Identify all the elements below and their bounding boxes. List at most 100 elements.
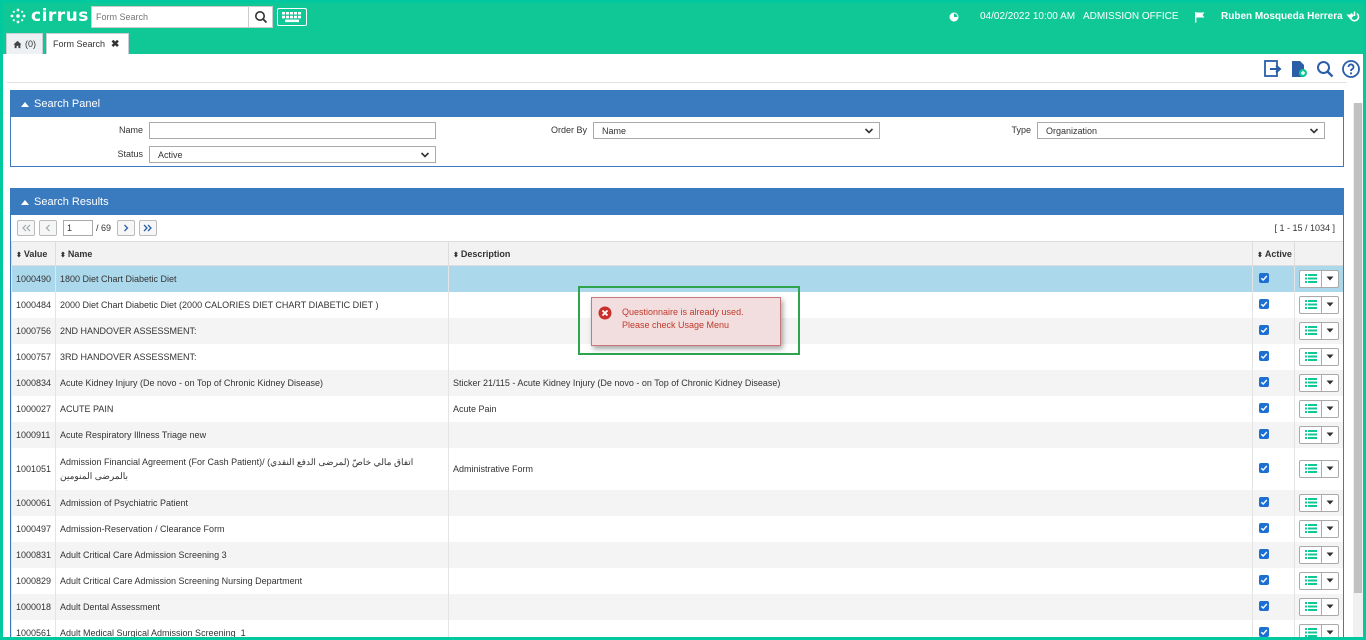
row-menu-button[interactable] [1322, 297, 1338, 313]
table-row[interactable]: 1000018 Adult Dental Assessment [11, 593, 1343, 620]
table-row[interactable]: 1000027 ACUTE PAIN Acute Pain [11, 395, 1343, 422]
row-menu-button[interactable] [1322, 599, 1338, 615]
app-logo[interactable]: cirrus [9, 6, 89, 26]
row-details-button[interactable] [1300, 624, 1322, 637]
list-icon [1304, 326, 1317, 335]
row-details-button[interactable] [1300, 296, 1322, 313]
caret-down-icon [1326, 500, 1334, 505]
row-details-button[interactable] [1300, 546, 1322, 563]
active-checkbox[interactable] [1259, 575, 1269, 585]
new-form-button[interactable] [1289, 59, 1309, 79]
checkmark-icon [1260, 499, 1268, 506]
row-details-button[interactable] [1300, 400, 1322, 417]
tab-home[interactable]: (0) [6, 33, 43, 54]
name-input[interactable] [149, 122, 436, 139]
search-button[interactable] [249, 6, 273, 28]
cell-actions [1294, 265, 1343, 292]
status-indicator[interactable] [949, 3, 959, 30]
notifications-button[interactable] [1194, 3, 1206, 30]
search-results-panel: Search Results 1 / 69 [ 1 - 15 / 1034 ] [10, 188, 1344, 638]
table-row[interactable]: 1000561 Adult Medical Surgical Admission … [11, 619, 1343, 638]
next-page-button[interactable] [117, 220, 136, 236]
last-page-button[interactable] [139, 220, 158, 236]
active-checkbox[interactable] [1259, 549, 1269, 559]
active-checkbox[interactable] [1259, 429, 1269, 439]
row-menu-button[interactable] [1322, 375, 1338, 391]
column-header-name[interactable]: ⬍ Name [55, 241, 449, 266]
type-select[interactable]: Organization [1037, 122, 1325, 139]
table-row[interactable]: 1000911 Acute Respiratory Illness Triage … [11, 421, 1343, 448]
active-checkbox[interactable] [1259, 627, 1269, 637]
checkmark-icon [1260, 327, 1268, 334]
cell-active [1252, 265, 1295, 292]
row-menu-button[interactable] [1322, 495, 1338, 511]
column-header-description[interactable]: ⬍ Description [448, 241, 1253, 266]
cell-active [1252, 489, 1295, 516]
row-details-button[interactable] [1300, 374, 1322, 391]
row-menu-button[interactable] [1322, 401, 1338, 417]
row-details-button[interactable] [1300, 520, 1322, 537]
active-checkbox[interactable] [1259, 377, 1269, 387]
search-panel-header[interactable]: Search Panel [11, 91, 1343, 117]
active-checkbox[interactable] [1259, 523, 1269, 533]
prev-page-button[interactable] [39, 220, 57, 236]
row-menu-button[interactable] [1322, 349, 1338, 365]
user-menu[interactable]: Ruben Mosqueda Herrera [1221, 3, 1355, 30]
active-checkbox[interactable] [1259, 403, 1269, 413]
column-header-value[interactable]: ⬍ Value [11, 241, 56, 266]
table-row[interactable]: 1000061 Admission of Psychiatric Patient [11, 489, 1343, 516]
location-label[interactable]: ADMISSION OFFICE [1083, 3, 1179, 30]
tab-form-search[interactable]: Form Search ✖ [46, 33, 129, 54]
active-checkbox[interactable] [1259, 601, 1269, 611]
active-checkbox[interactable] [1259, 273, 1269, 284]
row-menu-button[interactable] [1322, 547, 1338, 563]
order-by-select[interactable]: Name [593, 122, 880, 139]
row-details-button[interactable] [1300, 348, 1322, 365]
row-details-button[interactable] [1300, 426, 1322, 443]
cell-description [448, 421, 1253, 448]
logout-button[interactable] [1349, 3, 1360, 30]
cell-name: Adult Critical Care Admission Screening … [55, 567, 449, 594]
form-search-input[interactable] [91, 6, 249, 28]
status-select[interactable]: Active [149, 146, 436, 163]
row-menu-button[interactable] [1322, 573, 1338, 589]
list-icon [1304, 464, 1317, 473]
row-details-button[interactable] [1300, 572, 1322, 589]
row-details-button[interactable] [1300, 460, 1322, 477]
table-row[interactable]: 1000834 Acute Kidney Injury (De novo - on… [11, 369, 1343, 396]
vertical-scrollbar[interactable] [1353, 103, 1363, 637]
error-toast[interactable]: Questionnaire is already used. Please ch… [591, 297, 781, 346]
row-menu-button[interactable] [1322, 427, 1338, 443]
table-row[interactable]: 1001051 Admission Financial Agreement (Fo… [11, 447, 1343, 490]
row-menu-button[interactable] [1322, 323, 1338, 339]
active-checkbox[interactable] [1259, 497, 1269, 507]
first-page-button[interactable] [17, 220, 35, 236]
active-checkbox[interactable] [1259, 325, 1269, 335]
row-menu-button[interactable] [1322, 271, 1338, 287]
close-icon[interactable]: ✖ [111, 39, 119, 50]
table-row[interactable]: 1000831 Adult Critical Care Admission Scr… [11, 541, 1343, 568]
search-results-header[interactable]: Search Results [11, 189, 1343, 215]
cell-active [1252, 343, 1295, 370]
help-button[interactable] [1341, 59, 1361, 79]
column-header-active[interactable]: ⬍ Active [1252, 241, 1295, 266]
row-details-button[interactable] [1300, 270, 1322, 287]
export-button[interactable] [1263, 59, 1283, 79]
checkmark-icon [1260, 379, 1268, 386]
row-details-button[interactable] [1300, 494, 1322, 511]
row-details-button[interactable] [1300, 598, 1322, 615]
table-row[interactable]: 1000497 Admission-Reservation / Clearance… [11, 515, 1343, 542]
search-toolbar-button[interactable] [1315, 59, 1335, 79]
row-details-button[interactable] [1300, 322, 1322, 339]
page-number-input[interactable]: 1 [63, 220, 93, 236]
scrollbar-thumb[interactable] [1354, 103, 1362, 593]
cell-value: 1000911 [11, 421, 56, 448]
row-menu-button[interactable] [1322, 625, 1338, 638]
virtual-keyboard-button[interactable] [277, 8, 307, 26]
row-menu-button[interactable] [1322, 521, 1338, 537]
row-menu-button[interactable] [1322, 461, 1338, 477]
active-checkbox[interactable] [1259, 351, 1269, 361]
table-row[interactable]: 1000829 Adult Critical Care Admission Scr… [11, 567, 1343, 594]
active-checkbox[interactable] [1259, 299, 1269, 309]
active-checkbox[interactable] [1259, 463, 1269, 473]
